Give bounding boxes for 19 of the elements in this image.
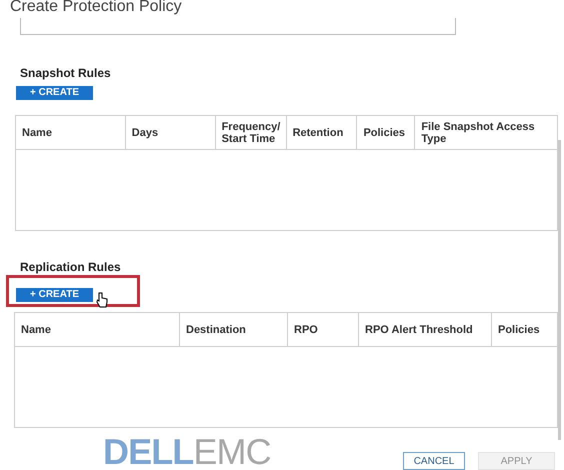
column-header: Policies — [497, 322, 541, 338]
section-title: Snapshot Rules — [20, 66, 111, 80]
dialog-button[interactable]: CANCEL — [403, 452, 465, 470]
column-header: Name — [15, 313, 180, 346]
column-header: RPO — [288, 313, 359, 346]
scrollbar[interactable] — [558, 140, 561, 440]
brand-logo: DELLEMC — [103, 434, 271, 470]
column-header: Days — [126, 116, 216, 149]
hand-cursor-icon — [96, 292, 108, 308]
column-header: Policies — [357, 116, 416, 149]
column-header: Destination — [180, 313, 288, 346]
create-button[interactable]: + CREATE — [16, 288, 93, 302]
section-title: Replication Rules — [20, 260, 121, 274]
column-header: RPO Alert Threshold — [359, 313, 492, 346]
create-button[interactable]: + CREATE — [16, 86, 93, 100]
column-header: Name — [16, 116, 126, 149]
column-header: File Snapshot Access Type — [420, 120, 536, 146]
column-header: Retention — [286, 116, 358, 149]
column-header: Frequency/ Start Time — [216, 116, 287, 149]
